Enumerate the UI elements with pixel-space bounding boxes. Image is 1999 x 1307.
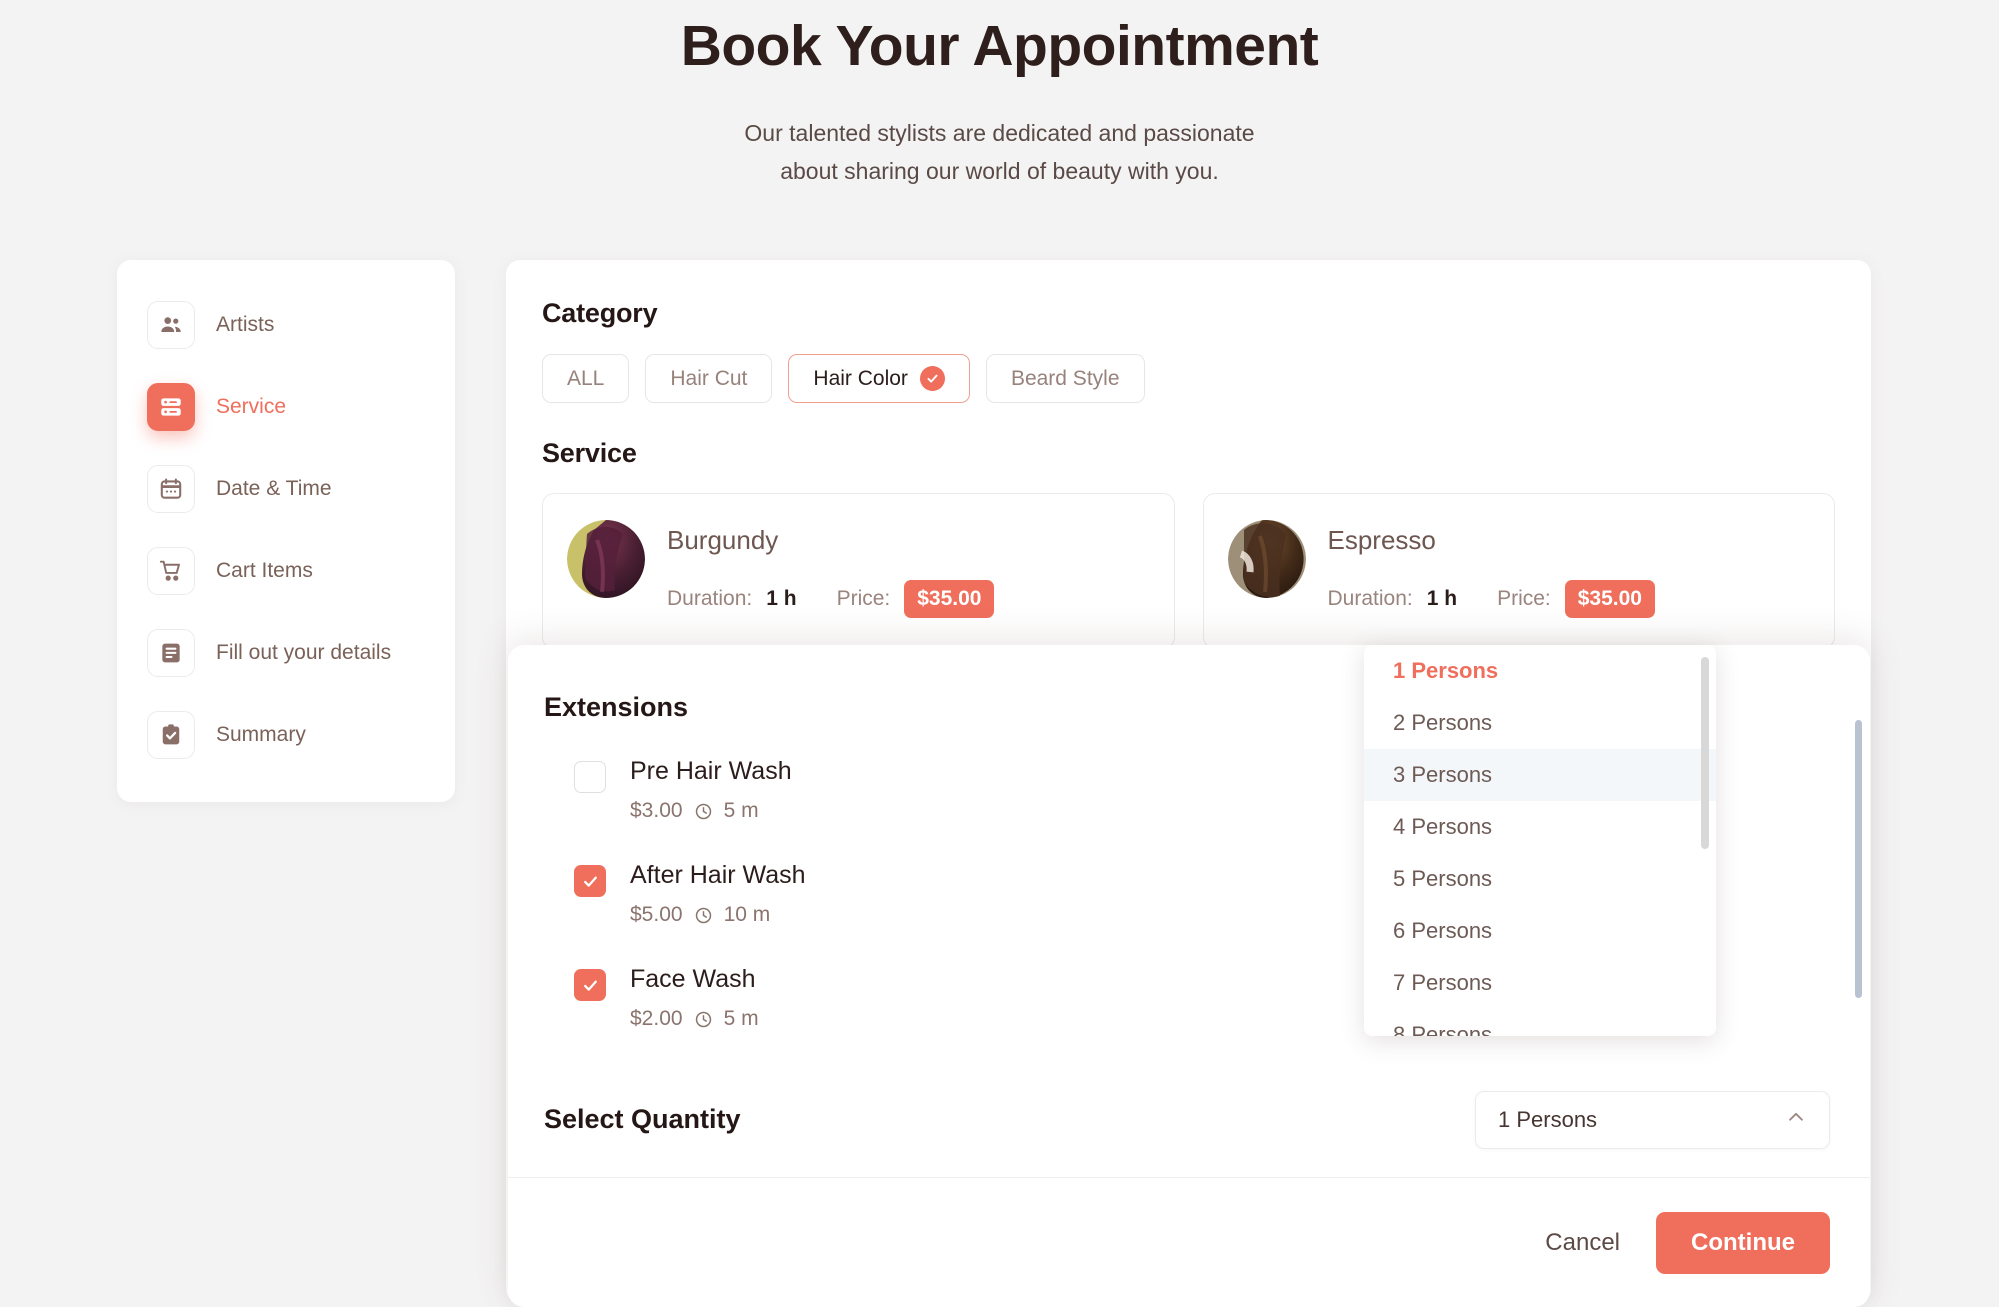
continue-button[interactable]: Continue (1656, 1211, 1830, 1274)
price-badge: $35.00 (1564, 580, 1655, 618)
cart-icon (147, 547, 195, 595)
page-subtitle-line1: Our talented stylists are dedicated and … (744, 119, 1255, 146)
duration-value: 1 h (766, 587, 797, 610)
extension-duration: 5 m (723, 799, 759, 822)
extension-price: $3.00 (630, 799, 683, 822)
dropdown-option-3[interactable]: 3 Persons (1364, 749, 1716, 801)
quantity-select-value: 1 Persons (1498, 1106, 1598, 1132)
extension-meta: $3.00 5 m (630, 799, 792, 823)
select-quantity-row: Select Quantity 1 Persons (508, 1062, 1870, 1177)
page-subtitle-line2: about sharing our world of beauty with y… (780, 158, 1219, 185)
sidebar-item-fill-details[interactable]: Fill out your details (117, 624, 455, 682)
panel-body: Category ALL Hair Cut Hair Color Beard S… (506, 260, 1871, 649)
service-name: Burgundy (667, 525, 779, 555)
category-chip-hair-color[interactable]: Hair Color (788, 354, 970, 403)
dropdown-option-1[interactable]: 1 Persons (1364, 645, 1716, 697)
cancel-button[interactable]: Cancel (1545, 1229, 1620, 1257)
form-icon (147, 629, 195, 677)
duration-label: Duration: (1327, 587, 1413, 610)
sidebar-item-date-time[interactable]: Date & Time (117, 460, 455, 518)
category-chip-group: ALL Hair Cut Hair Color Beard Style (542, 354, 1835, 403)
dropdown-scrollbar-thumb[interactable] (1701, 657, 1709, 849)
extension-meta: $5.00 10 m (630, 903, 806, 927)
price-badge: $35.00 (904, 580, 995, 618)
page-header: Book Your Appointment Our talented styli… (0, 0, 1999, 191)
service-meta: Duration: 1 h Price: $35.00 (1328, 580, 1655, 618)
extension-name: Face Wash (630, 965, 756, 993)
extension-detail: Pre Hair Wash $3.00 5 m (630, 757, 792, 823)
people-icon (147, 301, 195, 349)
service-card-grid: Burgundy Duration: 1 h Price: $35.00 Esp… (542, 493, 1835, 649)
sidebar-item-label: Cart Items (216, 559, 313, 583)
chip-label: ALL (567, 366, 605, 390)
extension-price: $2.00 (630, 1007, 683, 1030)
service-info: Espresso Duration: 1 h Price: $35.00 (1328, 520, 1655, 618)
extension-detail: After Hair Wash $5.00 10 m (630, 861, 806, 927)
extension-checkbox[interactable] (574, 865, 606, 897)
clipboard-check-icon (147, 711, 195, 759)
duration-label: Duration: (667, 587, 753, 610)
dropdown-option-2[interactable]: 2 Persons (1364, 697, 1716, 749)
sidebar-item-label: Fill out your details (216, 641, 392, 665)
extension-duration: 5 m (723, 1007, 759, 1030)
dropdown-option-8[interactable]: 8 Persons (1364, 1009, 1716, 1036)
clock-icon (694, 906, 713, 925)
sidebar-item-label: Summary (216, 723, 306, 747)
category-heading: Category (542, 298, 658, 328)
service-name: Espresso (1327, 525, 1436, 555)
service-avatar (567, 520, 645, 598)
quantity-dropdown: 1 Persons 2 Persons 3 Persons 4 Persons … (1364, 645, 1716, 1036)
steps-sidebar: Artists Service Date & Time Cart Items F… (117, 260, 455, 802)
sidebar-item-label: Date & Time (216, 477, 332, 501)
extension-checkbox[interactable] (574, 761, 606, 793)
clock-icon (694, 802, 713, 821)
extension-name: Pre Hair Wash (630, 757, 792, 785)
chevron-up-icon (1785, 1106, 1807, 1134)
sidebar-item-label: Service (216, 395, 287, 419)
duration-value: 1 h (1426, 587, 1458, 610)
service-meta: Duration: 1 h Price: $35.00 (667, 580, 995, 618)
chip-label: Hair Color (813, 366, 908, 390)
service-list-icon (147, 383, 195, 431)
service-info: Burgundy Duration: 1 h Price: $35.00 (667, 520, 995, 618)
calendar-icon (147, 465, 195, 513)
sidebar-item-summary[interactable]: Summary (117, 706, 455, 764)
check-circle-icon (919, 366, 945, 391)
extension-price: $5.00 (630, 903, 683, 926)
modal-scrollbar-thumb[interactable] (1855, 720, 1862, 998)
price-label: Price: (1497, 587, 1551, 610)
category-chip-beard-style[interactable]: Beard Style (985, 354, 1145, 403)
extension-duration: 10 m (723, 903, 771, 926)
sidebar-item-service[interactable]: Service (117, 378, 455, 436)
page-subtitle: Our talented stylists are dedicated and … (0, 114, 1999, 191)
chip-label: Hair Cut (670, 366, 748, 390)
dropdown-option-4[interactable]: 4 Persons (1364, 801, 1716, 853)
service-card-burgundy[interactable]: Burgundy Duration: 1 h Price: $35.00 (542, 493, 1175, 649)
clock-icon (694, 1010, 713, 1029)
category-chip-hair-cut[interactable]: Hair Cut (645, 354, 773, 403)
extension-name: After Hair Wash (630, 861, 806, 889)
sidebar-item-label: Artists (216, 313, 275, 337)
service-heading: Service (542, 438, 637, 468)
quantity-select[interactable]: 1 Persons (1475, 1090, 1830, 1149)
price-label: Price: (836, 587, 891, 610)
page-title: Book Your Appointment (680, 14, 1319, 78)
service-avatar (1227, 520, 1306, 598)
extension-checkbox[interactable] (574, 969, 606, 1001)
modal-footer: Cancel Continue (508, 1177, 1870, 1307)
chip-label: Beard Style (1010, 366, 1120, 390)
sidebar-item-cart[interactable]: Cart Items (117, 542, 455, 600)
extension-meta: $2.00 5 m (630, 1007, 759, 1031)
select-quantity-label: Select Quantity (544, 1104, 741, 1134)
sidebar-item-artists[interactable]: Artists (117, 296, 455, 354)
service-card-espresso[interactable]: Espresso Duration: 1 h Price: $35.00 (1202, 493, 1835, 649)
dropdown-option-7[interactable]: 7 Persons (1364, 957, 1716, 1009)
dropdown-option-6[interactable]: 6 Persons (1364, 905, 1716, 957)
category-chip-all[interactable]: ALL (542, 354, 630, 403)
extension-detail: Face Wash $2.00 5 m (630, 965, 759, 1031)
dropdown-option-5[interactable]: 5 Persons (1364, 853, 1716, 905)
